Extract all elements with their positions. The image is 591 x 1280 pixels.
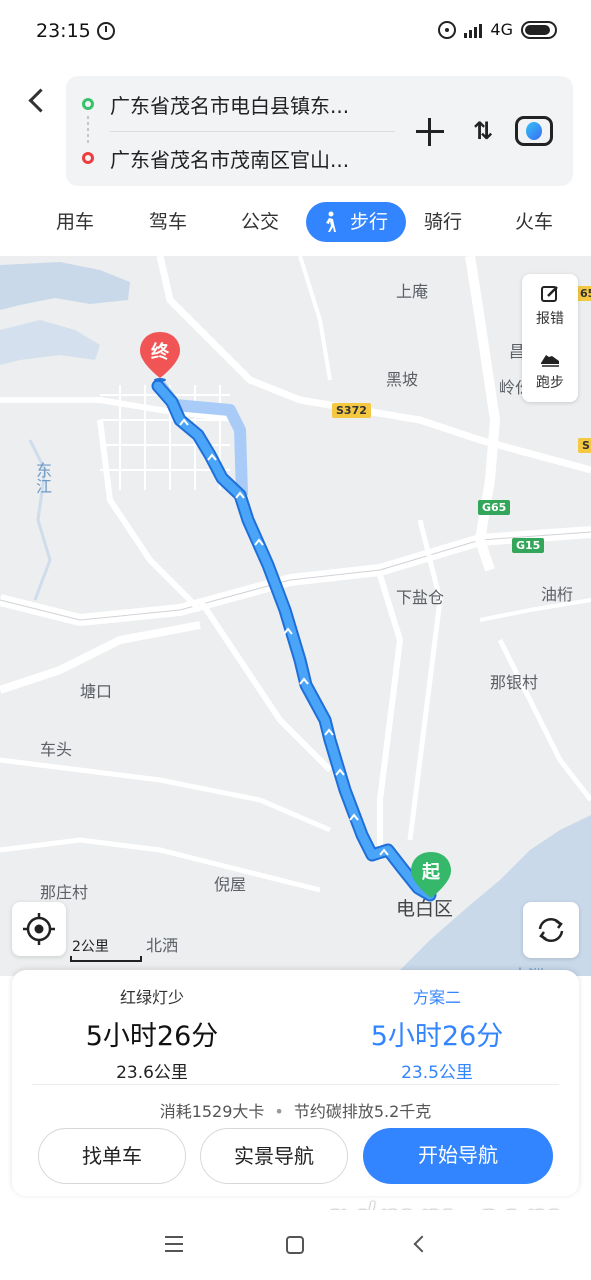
place-label: 下盐仓 xyxy=(396,588,445,607)
address-divider xyxy=(110,131,395,132)
route-input-card: 广东省茂名市电白县镇东... 广东省茂名市茂南区官山... ⇅ xyxy=(66,76,573,186)
travel-mode-tabs: 用车 驾车 公交 步行 骑行 火车 xyxy=(0,200,591,244)
place-label: 倪屋 xyxy=(214,875,247,894)
locate-icon xyxy=(23,913,55,945)
route-connector xyxy=(87,116,89,146)
tab-walk[interactable]: 步行 xyxy=(306,202,406,242)
place-label: 车头 xyxy=(40,740,73,759)
map-view[interactable]: 上庵 黑坡 昌 岭仫 东江 下盐仓 油桁 塘口 那银村 车头 那庄村 倪屋 北洒… xyxy=(0,256,591,976)
end-address-field[interactable]: 广东省茂名市茂南区官山... xyxy=(110,144,410,173)
tab-cycle[interactable]: 骑行 xyxy=(420,202,466,242)
road-badge: S372 xyxy=(332,403,371,418)
status-bar: 23:15 4G xyxy=(0,0,591,62)
voice-assistant-icon[interactable] xyxy=(515,116,553,146)
plan-1-name: 红绿灯少 xyxy=(119,988,184,1007)
status-icons: 4G xyxy=(438,20,557,39)
running-label: 跑步 xyxy=(536,375,564,391)
panel-divider xyxy=(32,1084,559,1085)
road-badge: S xyxy=(578,438,591,453)
walk-icon xyxy=(326,211,336,232)
plan-2-name: 方案二 xyxy=(412,988,461,1007)
network-type: 4G xyxy=(490,20,513,39)
running-button[interactable]: 跑步 xyxy=(522,338,578,402)
tab-walk-label: 步行 xyxy=(349,211,388,233)
road-badge: 65 xyxy=(576,286,591,301)
place-label: 塘口 xyxy=(80,682,113,701)
plan-2-distance: 23.5公里 xyxy=(401,1063,473,1083)
map-scale-bar xyxy=(70,956,142,962)
back-nav-icon[interactable] xyxy=(413,1235,431,1253)
system-nav-bar xyxy=(0,1210,591,1280)
place-label: 北洒 xyxy=(146,936,179,955)
tab-drive[interactable]: 驾车 xyxy=(145,202,191,242)
end-marker[interactable]: 终 xyxy=(138,330,182,382)
plan-1-distance: 23.6公里 xyxy=(116,1063,188,1083)
ar-navigation-button[interactable]: 实景导航 xyxy=(200,1128,348,1184)
find-bike-button[interactable]: 找单车 xyxy=(38,1128,186,1184)
road-badge: G65 xyxy=(478,500,511,515)
route-plans-panel: 红绿灯少 5小时26分 23.6公里 方案二 5小时26分 23.5公里 消耗1… xyxy=(12,970,579,1196)
locate-me-button[interactable] xyxy=(12,902,66,956)
menu-icon[interactable] xyxy=(165,1236,183,1252)
status-time: 23:15 xyxy=(36,20,91,42)
place-label: 那银村 xyxy=(490,673,539,692)
end-marker-label: 终 xyxy=(151,342,169,363)
start-marker[interactable]: 起 xyxy=(409,850,453,902)
map-scale-label: 2公里 xyxy=(72,939,109,955)
running-shoe-icon xyxy=(541,355,559,367)
road-badge: G15 xyxy=(512,538,545,553)
hotspot-icon xyxy=(438,20,457,39)
river-label: 东江 xyxy=(33,462,52,494)
tab-ride-hailing[interactable]: 用车 xyxy=(52,202,98,242)
report-error-button[interactable]: 报错 xyxy=(522,274,578,338)
tab-transit[interactable]: 公交 xyxy=(237,202,283,242)
edit-icon xyxy=(541,286,558,302)
place-label: 油桁 xyxy=(541,585,574,604)
tab-train[interactable]: 火车 xyxy=(511,202,557,242)
refresh-route-button[interactable] xyxy=(523,902,579,958)
back-button[interactable] xyxy=(26,86,50,116)
plan-2-duration: 5小时26分 xyxy=(370,1021,504,1052)
start-address-field[interactable]: 广东省茂名市电白县镇东... xyxy=(110,90,410,119)
home-icon[interactable] xyxy=(286,1236,304,1254)
calories-info: 消耗1529大卡 xyxy=(159,1102,265,1121)
add-waypoint-icon[interactable] xyxy=(416,118,444,146)
carbon-info: 节约碳排放5.2千克 xyxy=(293,1102,432,1121)
place-label: 那庄村 xyxy=(40,883,89,902)
place-label: 上庵 xyxy=(396,282,429,301)
end-dot-icon xyxy=(82,152,94,164)
signal-icon xyxy=(464,22,483,38)
start-navigation-button[interactable]: 开始导航 xyxy=(363,1128,553,1184)
map-canvas xyxy=(0,256,591,976)
info-separator: • xyxy=(274,1102,284,1121)
plan-card-2[interactable]: 方案二 5小时26分 23.5公里 xyxy=(297,984,577,1083)
battery-icon xyxy=(521,20,557,39)
start-dot-icon xyxy=(82,98,94,110)
plan-card-1[interactable]: 红绿灯少 5小时26分 23.6公里 xyxy=(12,984,292,1083)
swap-route-icon[interactable]: ⇅ xyxy=(470,116,496,146)
place-label: 黑坡 xyxy=(386,370,419,389)
start-marker-label: 起 xyxy=(422,862,440,883)
alarm-icon xyxy=(97,22,115,40)
report-error-label: 报错 xyxy=(536,311,564,327)
map-side-tools: 报错 跑步 xyxy=(522,274,578,402)
route-extra-info: 消耗1529大卡 • 节约碳排放5.2千克 xyxy=(12,1098,579,1122)
refresh-icon xyxy=(538,917,564,943)
plan-1-duration: 5小时26分 xyxy=(85,1021,219,1052)
